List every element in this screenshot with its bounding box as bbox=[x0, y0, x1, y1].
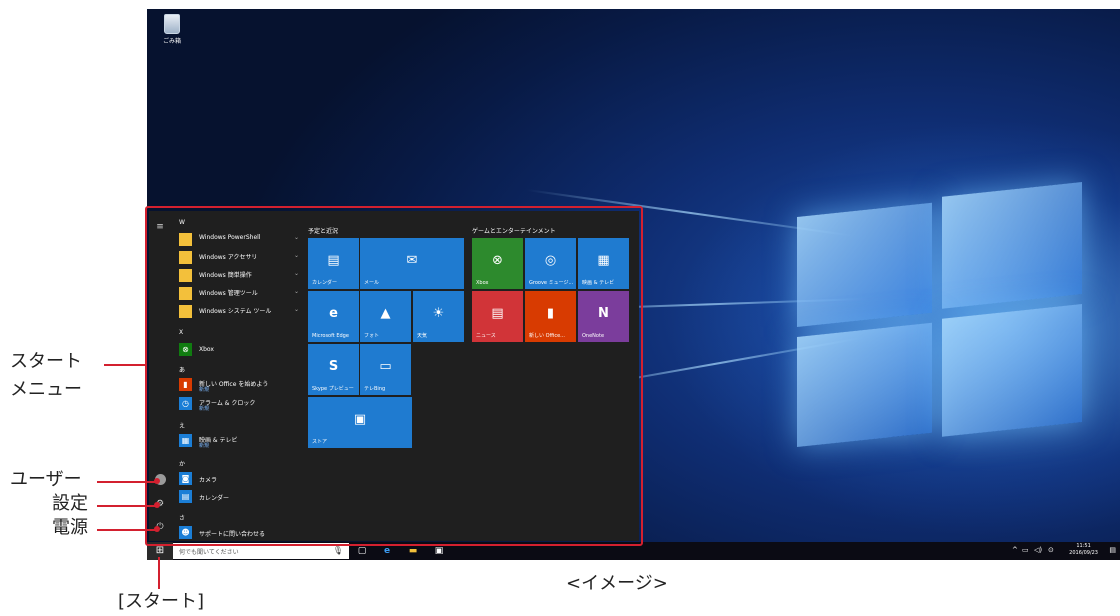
callout-dot-settings bbox=[154, 502, 160, 508]
microphone-icon[interactable]: 🎙 bbox=[333, 546, 343, 555]
callout-dot-power bbox=[154, 526, 160, 532]
callout-settings: 設定 bbox=[52, 493, 88, 514]
callout-power: 電源 bbox=[52, 517, 88, 538]
callout-start-button: [スタート] bbox=[118, 591, 205, 612]
chevron-up-icon[interactable]: ^ bbox=[1012, 546, 1018, 554]
notification-icon[interactable]: ▤ bbox=[1109, 546, 1116, 554]
recycle-bin-label: ごみ箱 bbox=[162, 38, 181, 45]
clock-time: 11:51 bbox=[1076, 543, 1091, 549]
network-icon[interactable]: ▭ bbox=[1022, 546, 1029, 554]
recycle-bin-icon bbox=[164, 14, 180, 34]
input-icon[interactable]: ⊙ bbox=[1048, 546, 1054, 554]
image-caption: <イメージ> bbox=[566, 573, 668, 594]
windows-logo-wallpaper bbox=[787, 176, 1092, 468]
clock[interactable]: 11:51 2016/09/23 bbox=[1069, 543, 1098, 557]
recycle-bin[interactable]: ごみ箱 bbox=[157, 14, 187, 45]
start-menu-highlight-frame bbox=[145, 206, 643, 546]
callout-dot-user bbox=[154, 478, 160, 484]
system-tray: ^ ▭ ◁) ⊙ 11:51 2016/09/23 ▤ bbox=[1010, 542, 1120, 560]
callout-user: ユーザー bbox=[10, 469, 82, 490]
callout-start-menu-line1: スタート bbox=[10, 351, 82, 372]
search-placeholder: 何でも聞いてください bbox=[179, 549, 239, 556]
callout-line-power bbox=[97, 529, 157, 531]
callout-line-settings bbox=[97, 505, 157, 507]
volume-icon[interactable]: ◁) bbox=[1034, 546, 1042, 554]
callout-line-start-menu bbox=[104, 364, 146, 366]
windows-logo-icon: ⊞ bbox=[155, 545, 165, 556]
callout-line-start-button bbox=[158, 557, 160, 589]
callout-line-user bbox=[97, 481, 157, 483]
clock-date: 2016/09/23 bbox=[1069, 550, 1098, 556]
callout-start-menu-line2: メニュー bbox=[10, 379, 82, 400]
